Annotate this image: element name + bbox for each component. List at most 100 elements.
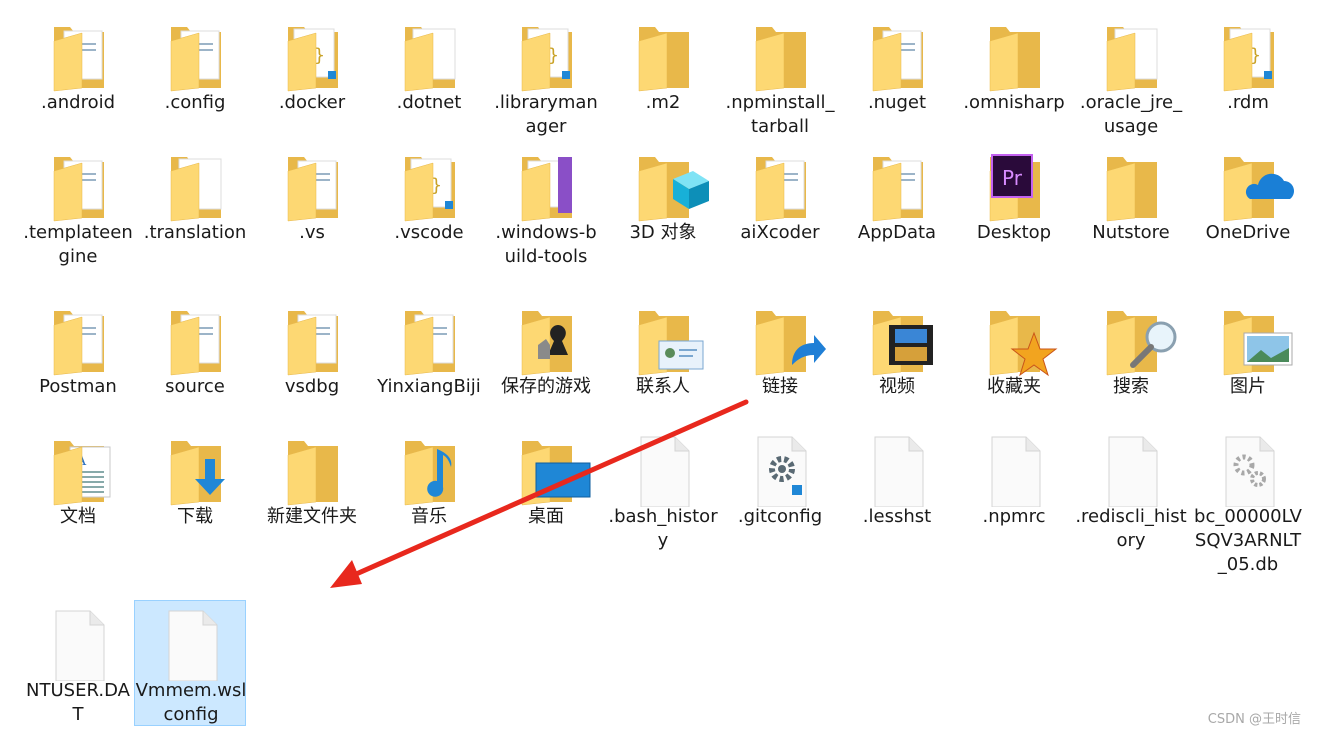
item-label: 文档 bbox=[60, 506, 96, 527]
item-label: OneDrive bbox=[1205, 222, 1291, 243]
folder-item[interactable]: .templateengine bbox=[21, 142, 133, 268]
folder-icon bbox=[1083, 21, 1179, 93]
watermark: CSDN @王时信 bbox=[1207, 712, 1301, 727]
folder-item[interactable]: YinxiangBiji bbox=[372, 296, 484, 422]
folder-item[interactable]: aiXcoder bbox=[723, 142, 835, 268]
folder-item[interactable]: 图片 bbox=[1191, 296, 1303, 422]
file-item[interactable]: bc_00000LVSQV3ARNLT_05.db bbox=[1191, 426, 1303, 575]
folder-item[interactable]: 视频 bbox=[840, 296, 952, 422]
folder-item[interactable]: 收藏夹 bbox=[957, 296, 1069, 422]
item-label: .librarymanager bbox=[494, 92, 598, 137]
folder-item[interactable]: 链接 bbox=[723, 296, 835, 422]
folder-item[interactable]: .npminstall_tarball bbox=[723, 12, 835, 138]
folder-icon bbox=[147, 151, 243, 223]
folder-item[interactable]: .m2 bbox=[606, 12, 718, 138]
file-item[interactable]: .npmrc bbox=[957, 426, 1069, 552]
folder-item[interactable]: Nutstore bbox=[1074, 142, 1186, 268]
file-item[interactable]: .bash_history bbox=[606, 426, 718, 552]
file-item[interactable]: .lesshst bbox=[840, 426, 952, 552]
folder-premiere-icon: Pr bbox=[966, 151, 1062, 223]
item-label: YinxiangBiji bbox=[377, 376, 481, 397]
item-label: Postman bbox=[39, 376, 117, 397]
folder-item[interactable]: .config bbox=[138, 12, 250, 138]
folder-json-icon: {} bbox=[498, 21, 594, 93]
folder-downloads-icon bbox=[147, 435, 243, 507]
folder-icon bbox=[732, 151, 828, 223]
item-label: 音乐 bbox=[411, 506, 447, 527]
folder-item[interactable]: A文档 bbox=[21, 426, 133, 552]
item-label: Nutstore bbox=[1092, 222, 1170, 243]
folder-item[interactable]: 联系人 bbox=[606, 296, 718, 422]
folder-3d-objects-icon bbox=[615, 151, 711, 223]
folder-icon bbox=[147, 21, 243, 93]
folder-favorites-icon bbox=[966, 305, 1062, 377]
item-label: .dotnet bbox=[396, 92, 462, 113]
folder-item[interactable]: .translation bbox=[138, 142, 250, 268]
folder-item[interactable]: 桌面 bbox=[489, 426, 601, 552]
folder-documents-icon: A bbox=[30, 435, 126, 507]
folder-item[interactable]: 3D 对象 bbox=[606, 142, 718, 268]
item-label: NTUSER.DAT bbox=[26, 680, 130, 725]
item-label: .gitconfig bbox=[737, 506, 823, 527]
folder-item[interactable]: .vs bbox=[255, 142, 367, 268]
folder-icon bbox=[615, 21, 711, 93]
file-item[interactable]: .rediscli_history bbox=[1074, 426, 1187, 552]
folder-icon bbox=[147, 305, 243, 377]
file-icon bbox=[849, 435, 945, 508]
item-label: .npminstall_tarball bbox=[725, 92, 835, 137]
folder-item[interactable]: {}.librarymanager bbox=[489, 12, 601, 138]
folder-icon bbox=[264, 435, 360, 507]
folder-item[interactable]: .omnisharp bbox=[957, 12, 1069, 138]
folder-item[interactable]: Pr Desktop bbox=[957, 142, 1069, 268]
file-item[interactable]: Vmmem.wslconfig bbox=[134, 600, 246, 726]
item-label: .omnisharp bbox=[963, 92, 1065, 113]
item-label: bc_00000LVSQV3ARNLT_05.db bbox=[1194, 506, 1302, 575]
folder-item[interactable]: 搜索 bbox=[1074, 296, 1186, 422]
folder-item[interactable]: .android bbox=[21, 12, 133, 138]
item-label: .windows-build-tools bbox=[495, 222, 597, 267]
item-label: 桌面 bbox=[528, 506, 564, 527]
folder-searches-icon bbox=[1083, 305, 1179, 377]
item-label: .vscode bbox=[394, 222, 464, 243]
file-grid: .android.config{}.docker.dotnet{}.librar… bbox=[0, 0, 1317, 735]
folder-json-icon: {} bbox=[1200, 21, 1296, 93]
item-label: .config bbox=[164, 92, 226, 113]
file-item[interactable]: NTUSER.DAT bbox=[21, 600, 133, 726]
folder-item[interactable]: .oracle_jre_usage bbox=[1074, 12, 1186, 138]
folder-item[interactable]: {}.rdm bbox=[1191, 12, 1303, 138]
folder-item[interactable]: {}.docker bbox=[255, 12, 367, 138]
file-icon bbox=[966, 435, 1062, 508]
folder-item[interactable]: AppData bbox=[840, 142, 952, 268]
folder-item[interactable]: Postman bbox=[21, 296, 133, 422]
folder-icon bbox=[381, 21, 477, 93]
folder-item[interactable]: 保存的游戏 bbox=[489, 296, 601, 422]
folder-item[interactable]: source bbox=[138, 296, 250, 422]
folder-item[interactable]: OneDrive bbox=[1191, 142, 1303, 268]
folder-icon bbox=[732, 21, 828, 93]
folder-item[interactable]: vsdbg bbox=[255, 296, 367, 422]
file-icon bbox=[1083, 435, 1179, 508]
folder-item[interactable]: 音乐 bbox=[372, 426, 484, 552]
folder-item[interactable]: 新建文件夹 bbox=[255, 426, 367, 552]
folder-music-icon bbox=[381, 435, 477, 507]
folder-links-icon bbox=[732, 305, 828, 377]
item-label: AppData bbox=[857, 222, 937, 243]
item-label: 收藏夹 bbox=[987, 376, 1041, 397]
item-label: .rediscli_history bbox=[1075, 506, 1187, 551]
folder-item[interactable]: {}.vscode bbox=[372, 142, 484, 268]
folder-item[interactable]: .dotnet bbox=[372, 12, 484, 138]
svg-text:Pr: Pr bbox=[1002, 166, 1023, 190]
item-label: 视频 bbox=[879, 376, 915, 397]
folder-item[interactable]: .windows-build-tools bbox=[489, 142, 601, 268]
folder-item[interactable]: .nuget bbox=[840, 12, 952, 138]
folder-item[interactable]: 下载 bbox=[138, 426, 250, 552]
folder-contacts-icon bbox=[615, 305, 711, 377]
folder-icon bbox=[30, 151, 126, 223]
item-label: 链接 bbox=[762, 376, 798, 397]
folder-icon bbox=[1083, 151, 1179, 223]
folder-icon bbox=[30, 305, 126, 377]
file-item[interactable]: .gitconfig bbox=[723, 426, 835, 552]
file-icon bbox=[143, 609, 239, 682]
item-label: vsdbg bbox=[284, 376, 340, 397]
folder-icon bbox=[381, 305, 477, 377]
